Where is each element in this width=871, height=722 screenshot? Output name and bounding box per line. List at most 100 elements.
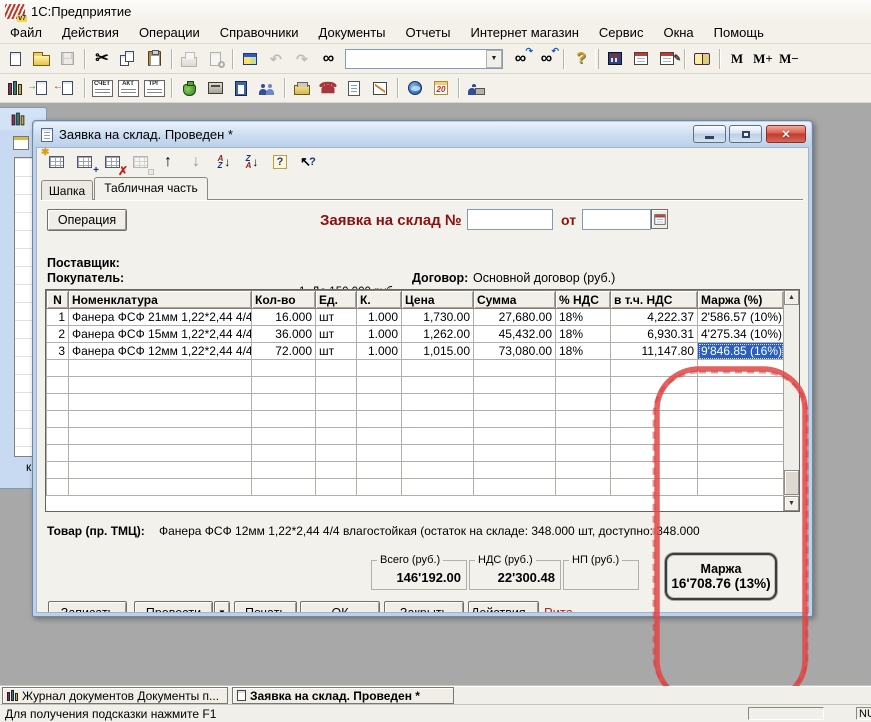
empty-table-cell[interactable]: [474, 445, 556, 462]
empty-table-cell[interactable]: [611, 394, 698, 411]
empty-table-cell[interactable]: [316, 428, 357, 445]
help-box-icon[interactable]: ?: [267, 150, 293, 175]
row-delete-icon[interactable]: ✗: [99, 150, 125, 175]
journal-books-icon[interactable]: [2, 76, 28, 101]
empty-table-cell[interactable]: [402, 360, 474, 377]
empty-table-cell[interactable]: [357, 411, 402, 428]
menu-item-6[interactable]: Интернет магазин: [460, 22, 588, 43]
find-previous-icon[interactable]: ∞↶: [533, 46, 559, 71]
move-up-icon[interactable]: ↑: [155, 150, 181, 175]
sort-desc-icon[interactable]: ZA↓: [239, 150, 265, 175]
table-cell[interactable]: 72.000: [252, 343, 316, 360]
calendar-lookup-icon[interactable]: ✎: [654, 46, 680, 71]
empty-table-cell[interactable]: [47, 411, 69, 428]
ok-button[interactable]: ОК: [300, 601, 380, 613]
table-cell[interactable]: шт: [316, 309, 357, 326]
empty-table-cell[interactable]: [316, 377, 357, 394]
post-dropdown-button[interactable]: ▼: [214, 601, 230, 613]
empty-table-cell[interactable]: [47, 445, 69, 462]
empty-table-cell[interactable]: [402, 377, 474, 394]
empty-table-cell[interactable]: [357, 445, 402, 462]
empty-table-cell[interactable]: [402, 445, 474, 462]
calendar-picker-button[interactable]: [651, 209, 668, 229]
device-icon[interactable]: [289, 76, 315, 101]
empty-table-cell[interactable]: [556, 462, 611, 479]
copy-icon[interactable]: [115, 46, 141, 71]
empty-table-cell[interactable]: [698, 377, 784, 394]
table-cell[interactable]: 1: [47, 309, 69, 326]
table-cell[interactable]: 1.000: [357, 326, 402, 343]
memory-plus-icon[interactable]: M+: [750, 46, 776, 71]
act-doc-icon[interactable]: АКТ: [115, 76, 141, 101]
table-cell[interactable]: 6,930.31: [611, 326, 698, 343]
empty-table-cell[interactable]: [611, 462, 698, 479]
clipboard-icon[interactable]: [228, 76, 254, 101]
empty-table-cell[interactable]: [357, 377, 402, 394]
calculator-icon[interactable]: [602, 46, 628, 71]
close-form-button[interactable]: Закрыть: [384, 601, 464, 613]
operation-button[interactable]: Операция: [47, 209, 127, 231]
empty-table-cell[interactable]: [698, 445, 784, 462]
table-cell[interactable]: 1,730.00: [402, 309, 474, 326]
taskbar-item-request[interactable]: Заявка на склад. Проведен *: [232, 687, 454, 704]
empty-table-cell[interactable]: [252, 360, 316, 377]
tab-shapka[interactable]: Шапка: [41, 180, 93, 200]
cut-icon[interactable]: ✂: [89, 46, 115, 71]
workplace-icon[interactable]: [463, 76, 489, 101]
empty-table-cell[interactable]: [611, 411, 698, 428]
empty-table-cell[interactable]: [474, 394, 556, 411]
save-button[interactable]: Записать: [48, 601, 127, 613]
table-cell[interactable]: 18%: [556, 309, 611, 326]
scrollbar-thumb[interactable]: [784, 470, 799, 495]
empty-table-cell[interactable]: [357, 462, 402, 479]
menu-item-9[interactable]: Помощь: [704, 22, 774, 43]
table-cell[interactable]: шт: [316, 343, 357, 360]
partners-icon[interactable]: [254, 76, 280, 101]
menu-item-7[interactable]: Сервис: [589, 22, 654, 43]
empty-table-cell[interactable]: [316, 445, 357, 462]
empty-table-cell[interactable]: [556, 377, 611, 394]
table-cell[interactable]: 3: [47, 343, 69, 360]
empty-table-cell[interactable]: [698, 479, 784, 496]
date-input[interactable]: [582, 209, 651, 230]
report-chart-icon[interactable]: [367, 76, 393, 101]
table-cell[interactable]: 1.000: [357, 343, 402, 360]
money-bag-icon[interactable]: [176, 76, 202, 101]
close-button[interactable]: ✕: [766, 125, 806, 143]
empty-table-cell[interactable]: [357, 428, 402, 445]
empty-table-cell[interactable]: [252, 377, 316, 394]
empty-table-cell[interactable]: [698, 428, 784, 445]
new-document-icon[interactable]: [2, 46, 28, 71]
table-cell[interactable]: 36.000: [252, 326, 316, 343]
find-icon[interactable]: ∞: [315, 46, 341, 71]
empty-table-cell[interactable]: [556, 360, 611, 377]
empty-table-cell[interactable]: [69, 394, 252, 411]
paste-icon[interactable]: [141, 46, 167, 71]
table-cell[interactable]: 16.000: [252, 309, 316, 326]
empty-table-cell[interactable]: [69, 462, 252, 479]
empty-table-cell[interactable]: [474, 428, 556, 445]
empty-table-cell[interactable]: [252, 445, 316, 462]
table-cell[interactable]: 18%: [556, 343, 611, 360]
empty-table-cell[interactable]: [402, 462, 474, 479]
empty-table-cell[interactable]: [698, 411, 784, 428]
cash-register-icon[interactable]: [202, 76, 228, 101]
open-folder-icon[interactable]: [28, 46, 54, 71]
empty-table-cell[interactable]: [611, 377, 698, 394]
table-cell[interactable]: 1,015.00: [402, 343, 474, 360]
sort-asc-icon[interactable]: AZ↓: [211, 150, 237, 175]
menu-item-5[interactable]: Отчеты: [396, 22, 461, 43]
empty-table-cell[interactable]: [698, 360, 784, 377]
empty-table-cell[interactable]: [402, 479, 474, 496]
search-combobox[interactable]: ▼: [345, 49, 503, 69]
request-number-input[interactable]: [467, 209, 553, 230]
empty-table-cell[interactable]: [474, 479, 556, 496]
scroll-down-arrow[interactable]: ▼: [784, 496, 799, 511]
document-out-icon[interactable]: ←: [54, 76, 80, 101]
empty-table-cell[interactable]: [402, 411, 474, 428]
row-add-icon[interactable]: +: [71, 150, 97, 175]
empty-table-cell[interactable]: [252, 479, 316, 496]
empty-table-cell[interactable]: [316, 360, 357, 377]
empty-table-cell[interactable]: [69, 360, 252, 377]
empty-table-cell[interactable]: [474, 360, 556, 377]
